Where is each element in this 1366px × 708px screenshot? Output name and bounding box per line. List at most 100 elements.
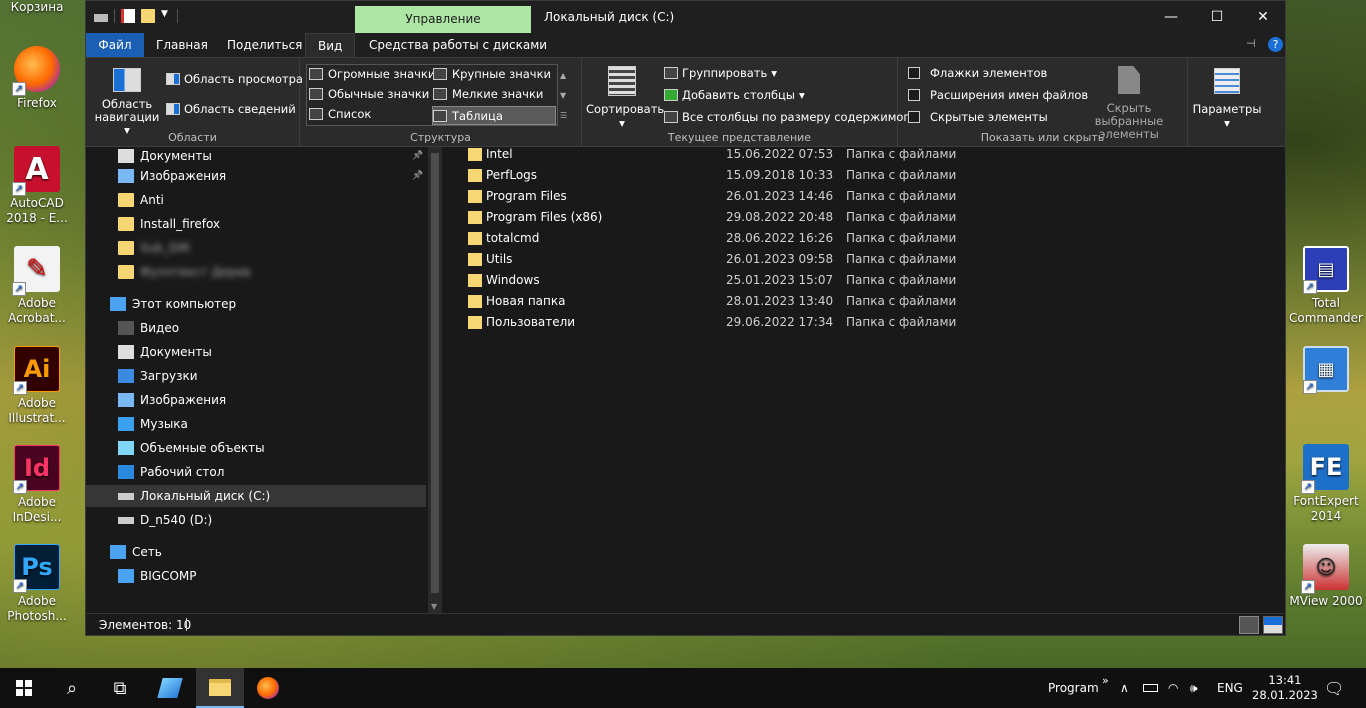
fit-columns-button[interactable]: Все столбцы по размеру содержимого xyxy=(664,110,917,124)
table-row[interactable]: Intel 15.06.2022 07:53 Папка с файлами xyxy=(444,144,1284,165)
file-type: Папка с файлами xyxy=(846,168,957,182)
sort-button[interactable]: Сортировать ▾ xyxy=(586,64,664,130)
nav-item[interactable]: Изображения xyxy=(86,389,426,411)
tab-share[interactable]: Поделиться xyxy=(215,33,314,57)
minimize-button[interactable]: — xyxy=(1148,1,1194,33)
medium-icons-icon xyxy=(309,88,323,100)
details-pane-button[interactable]: Область сведений xyxy=(166,102,296,116)
sort-icon xyxy=(608,66,636,96)
file-extensions-toggle[interactable]: Расширения имен файлов xyxy=(908,88,1088,102)
manage-context-tab[interactable]: Управление xyxy=(355,6,531,33)
item-checkboxes-toggle[interactable]: Флажки элементов xyxy=(908,66,1047,80)
hide-selected-button[interactable]: Скрыть выбранные элементы xyxy=(1074,64,1184,141)
desktop-icon-photoshop[interactable]: Ps ↗ Adobe Photosh... xyxy=(0,544,74,624)
desktop-icon-presentation[interactable]: ▦ ↗ xyxy=(1286,346,1366,396)
table-row[interactable]: Program Files (x86) 29.08.2022 20:48 Папка… xyxy=(444,207,1284,228)
maximize-button[interactable]: ☐ xyxy=(1194,1,1240,33)
desktop-icon-firefox[interactable]: ↗ Firefox xyxy=(0,46,74,111)
toolbar-chevron[interactable]: » xyxy=(1102,660,1109,700)
nav-item[interactable]: D_n540 (D:) xyxy=(86,509,426,531)
large-icons-view-icon[interactable] xyxy=(1263,616,1283,634)
tab-home[interactable]: Главная xyxy=(144,33,220,57)
nav-item[interactable]: Загрузки xyxy=(86,365,426,387)
new-folder-icon[interactable] xyxy=(141,9,155,23)
nav-item[interactable]: Документы 📌 xyxy=(86,145,426,167)
pin-ribbon-icon[interactable]: ⊣ xyxy=(1246,37,1256,50)
task-view-button[interactable]: ⧉ xyxy=(96,668,144,708)
nav-item[interactable]: Документы xyxy=(86,341,426,363)
table-row[interactable]: Пользователи 29.06.2022 17:34 Папка с файл… xyxy=(444,312,1284,333)
layout-medium-icons[interactable]: Обычные значки xyxy=(309,87,429,101)
options-button[interactable]: Параметры ▾ xyxy=(1188,58,1264,146)
nav-scrollbar[interactable]: ▼ xyxy=(428,147,442,613)
details-view-icon[interactable] xyxy=(1239,616,1259,634)
table-row[interactable]: PerfLogs 15.09.2018 10:33 Папка с файлами xyxy=(444,165,1284,186)
nav-item[interactable]: Anti xyxy=(86,189,426,211)
folder-icon xyxy=(118,217,134,231)
nav-item-label: Anti xyxy=(140,193,164,207)
hidden-items-toggle[interactable]: Скрытые элементы xyxy=(908,110,1048,124)
pin-icon[interactable]: 📌 xyxy=(412,171,423,181)
taskbar-app-firefox[interactable] xyxy=(244,668,292,708)
search-button[interactable]: ⌕ xyxy=(48,668,96,708)
scroll-down-icon[interactable]: ▼ xyxy=(431,602,437,611)
scrollbar-thumb[interactable] xyxy=(431,153,439,593)
table-row[interactable]: Utils 26.01.2023 09:58 Папка с файлами xyxy=(444,249,1284,270)
program-toolbar[interactable]: Program xyxy=(1048,668,1099,708)
table-row[interactable]: Новая папка 28.01.2023 13:40 Папка с файла… xyxy=(444,291,1284,312)
close-button[interactable]: ✕ xyxy=(1240,1,1286,33)
table-row[interactable]: totalcmd 28.06.2022 16:26 Папка с файлами xyxy=(444,228,1284,249)
tab-file[interactable]: Файл xyxy=(86,33,144,57)
nav-item[interactable]: Локальный диск (C:) xyxy=(86,485,426,507)
taskbar-app-explorer[interactable] xyxy=(196,668,244,708)
pin-icon[interactable]: 📌 xyxy=(412,151,423,161)
properties-icon[interactable] xyxy=(121,9,135,23)
nav-item[interactable]: Sub_DIR xyxy=(86,237,426,259)
nav-item[interactable]: Рабочий стол xyxy=(86,461,426,483)
layout-scroll-icon[interactable]: ▲ ▼ ☰ xyxy=(560,66,567,126)
layout-large-icons[interactable]: Крупные значки xyxy=(433,67,551,81)
table-row[interactable]: Windows 25.01.2023 15:07 Папка с файлами xyxy=(444,270,1284,291)
wifi-icon[interactable]: ◠ xyxy=(1168,668,1178,708)
help-icon[interactable]: ? xyxy=(1268,37,1283,52)
desktop-icon-autocad[interactable]: A ↗ AutoCAD 2018 - E... xyxy=(0,146,74,226)
layout-small-icons[interactable]: Мелкие значки xyxy=(433,87,543,101)
desktop-icon-acrobat[interactable]: ✎ ↗ Adobe Acrobat... xyxy=(0,246,74,326)
nav-item[interactable]: Фуллтекст Дерев xyxy=(86,261,426,283)
show-hidden-icons[interactable]: ∧ xyxy=(1120,668,1129,708)
group-by-button[interactable]: Группировать ▾ xyxy=(664,66,777,80)
recycle-bin-label[interactable]: Корзина xyxy=(0,0,74,15)
nav-item[interactable]: Изображения 📌 xyxy=(86,165,426,187)
tab-disk-tools[interactable]: Средства работы с дисками xyxy=(357,33,560,57)
volume-icon[interactable]: 🕪 xyxy=(1190,668,1198,708)
desktop-icon-fontexpert[interactable]: FE ↗ FontExpert 2014 xyxy=(1286,444,1366,524)
language-indicator[interactable]: ENG xyxy=(1217,668,1243,708)
desktop-icon-total-commander[interactable]: ▤ ↗ Total Commander xyxy=(1286,246,1366,326)
layout-list[interactable]: Список xyxy=(309,107,371,121)
nav-item[interactable]: Объемные объекты xyxy=(86,437,426,459)
desktop-icon-mview[interactable]: ☺ ↗ MView 2000 xyxy=(1286,544,1366,609)
layout-details[interactable]: Таблица xyxy=(432,106,556,125)
tab-view[interactable]: Вид xyxy=(305,33,356,57)
nav-pane-button[interactable]: Область навигации ▾ xyxy=(92,64,162,137)
start-button[interactable] xyxy=(0,668,48,708)
nav-item[interactable]: Install_firefox xyxy=(86,213,426,235)
add-columns-button[interactable]: Добавить столбцы ▾ xyxy=(664,88,805,102)
nav-item[interactable]: Музыка xyxy=(86,413,426,435)
battery-icon[interactable] xyxy=(1143,668,1158,708)
nav-item[interactable]: Этот компьютер xyxy=(86,293,426,315)
nav-item[interactable]: BIGCOMP xyxy=(86,565,426,587)
clock[interactable]: 13:41 28.01.2023 xyxy=(1252,668,1318,708)
table-row[interactable]: Program Files 26.01.2023 14:46 Папка с фай… xyxy=(444,186,1284,207)
taskbar-app-notepad[interactable] xyxy=(146,668,194,708)
drive-icon[interactable] xyxy=(94,14,108,22)
notifications-icon[interactable]: 🗨 xyxy=(1324,668,1344,708)
preview-pane-button[interactable]: Область просмотра xyxy=(166,72,303,86)
layout-extra-large-icons[interactable]: Огромные значки xyxy=(309,67,435,81)
desktop-icon-indesign[interactable]: Id ↗ Adobe InDesi... xyxy=(0,445,74,525)
nav-item[interactable]: Сеть xyxy=(86,541,426,563)
nav-item-label: Загрузки xyxy=(140,369,198,383)
qat-dropdown-icon[interactable]: ▼ xyxy=(161,9,171,23)
nav-item[interactable]: Видео xyxy=(86,317,426,339)
desktop-icon-illustrator[interactable]: Ai ↗ Adobe Illustrat... xyxy=(0,346,74,426)
